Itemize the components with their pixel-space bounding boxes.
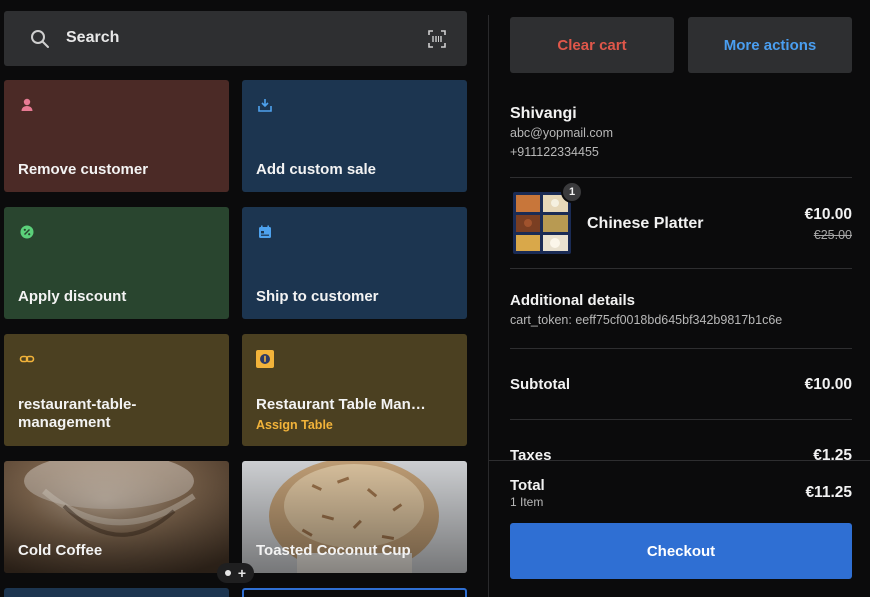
cart-item-price: €10.00 xyxy=(804,206,852,223)
tray-plus-icon xyxy=(258,99,272,112)
divider xyxy=(510,419,852,420)
tile-sublabel: Assign Table xyxy=(256,418,333,432)
cart-item-thumbnail xyxy=(513,192,571,254)
search-bar[interactable]: Search xyxy=(4,11,467,66)
total-label: Total xyxy=(510,477,545,494)
customer-email: abc@yopmail.com xyxy=(510,126,614,140)
tile-add-custom-sale[interactable]: Add custom sale xyxy=(242,80,467,192)
search-label: Search xyxy=(66,29,120,46)
tile-toasted-coconut-cup[interactable]: Toasted Coconut Cup xyxy=(242,461,467,573)
tile-label: Restaurant Table Man… xyxy=(256,396,426,413)
additional-details-title[interactable]: Additional details xyxy=(510,292,635,309)
discount-badge-icon xyxy=(20,225,34,239)
clear-cart-button[interactable]: Clear cart xyxy=(510,17,674,73)
link-icon xyxy=(19,355,35,363)
tile-label: Remove customer xyxy=(18,161,149,178)
barcode-scan-icon[interactable] xyxy=(427,29,447,49)
tile-restaurant-table-manager-app[interactable]: Restaurant Table Man… Assign Table xyxy=(242,334,467,446)
tile-cold-coffee[interactable]: Cold Coffee xyxy=(4,461,229,573)
checkout-button[interactable]: Checkout xyxy=(510,523,852,579)
product-grid-pane: Search Remove customer Add custom sale A… xyxy=(0,0,488,597)
pos-app: Search Remove customer Add custom sale A… xyxy=(0,0,870,597)
tile-label: Apply discount xyxy=(18,288,127,305)
cart-pane: Clear cart More actions Shivangi abc@yop… xyxy=(489,0,870,597)
tile-remove-customer[interactable]: Remove customer xyxy=(4,80,229,192)
customer-phone: +911122334455 xyxy=(510,145,599,159)
tile-label: Add custom sale xyxy=(256,161,377,178)
tile-partial[interactable] xyxy=(4,588,229,597)
chinese-platter-photo xyxy=(513,192,571,254)
tile-apply-discount[interactable]: Apply discount xyxy=(4,207,229,319)
more-actions-button[interactable]: More actions xyxy=(688,17,852,73)
subtotal-value: €10.00 xyxy=(804,376,852,393)
subtotal-label: Subtotal xyxy=(510,376,570,393)
search-icon xyxy=(31,30,49,48)
tile-label: restaurant-table-management xyxy=(18,396,137,431)
divider xyxy=(510,177,852,178)
page-dot[interactable] xyxy=(224,570,231,576)
tile-label: Ship to customer xyxy=(256,288,379,305)
tile-partial-selected[interactable] xyxy=(242,588,467,597)
page-indicator[interactable]: + xyxy=(217,563,254,583)
tile-restaurant-table-management[interactable]: restaurant-table-management xyxy=(4,334,229,446)
tile-label: Cold Coffee xyxy=(18,542,103,559)
total-item-count: 1 Item xyxy=(510,495,544,509)
divider xyxy=(510,348,852,349)
cart-item-name[interactable]: Chinese Platter xyxy=(587,215,703,233)
calendar-truck-icon xyxy=(259,225,271,238)
tile-ship-to-customer[interactable]: Ship to customer xyxy=(242,207,467,319)
customer-name[interactable]: Shivangi xyxy=(510,105,577,123)
tile-label: Toasted Coconut Cup xyxy=(256,542,411,559)
app-badge-icon xyxy=(256,350,274,368)
cart-token: cart_token: eeff75cf0018bd645bf342b9817b… xyxy=(510,313,783,327)
add-page-icon[interactable]: + xyxy=(238,566,246,580)
cart-item-original-price: €25.00 xyxy=(813,228,852,242)
cart-footer: Total 1 Item €11.25 Checkout xyxy=(489,460,870,597)
divider xyxy=(510,268,852,269)
total-value: €11.25 xyxy=(805,484,852,501)
cart-item-quantity-badge: 1 xyxy=(561,181,583,203)
person-icon xyxy=(21,98,33,111)
